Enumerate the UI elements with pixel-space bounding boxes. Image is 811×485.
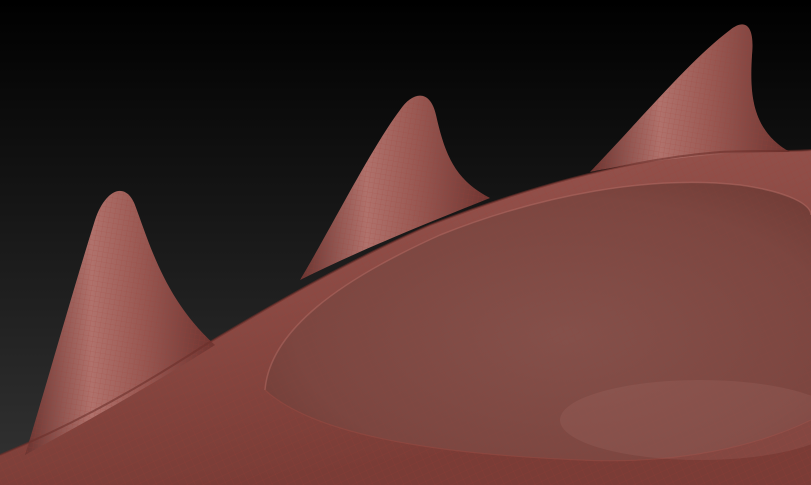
mesh-render <box>0 0 811 485</box>
3d-viewport[interactable] <box>0 0 811 485</box>
